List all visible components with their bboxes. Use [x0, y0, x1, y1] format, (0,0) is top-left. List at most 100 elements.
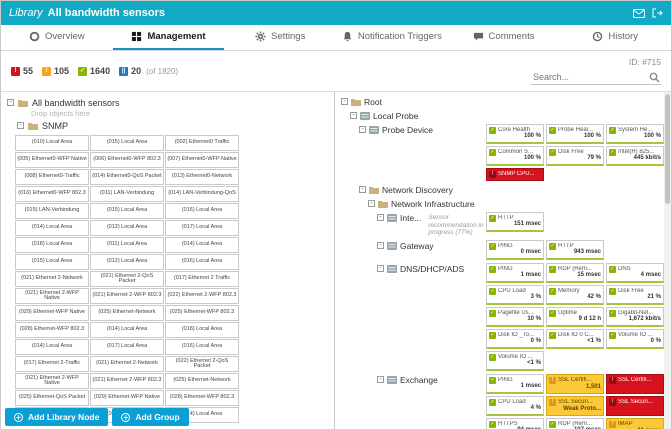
sensor-box[interactable]: (017) Ethernet 2-Traffic	[15, 356, 89, 372]
sensor-tile[interactable]: ✓ System He... 100 %	[606, 124, 664, 144]
search-input[interactable]	[531, 70, 661, 85]
sensor-tile[interactable]: ! SNMP CPU...	[486, 168, 544, 181]
sensor-tile[interactable]: ! SSL Certifi...	[606, 373, 664, 394]
sensor-tile[interactable]: ✓ CPU Load 4 %	[486, 395, 544, 416]
sensor-tile[interactable]: ✓ PING 1 msec	[486, 373, 544, 394]
collapse-icon[interactable]: -	[377, 214, 384, 221]
sensor-box[interactable]: (014) LAN-Verbindung-QoS	[165, 186, 239, 202]
tab-management[interactable]: Management	[112, 25, 225, 50]
sensor-box[interactable]: (028) Ethernet-WFP 802.3	[15, 322, 89, 338]
collapse-icon[interactable]: -	[377, 241, 384, 249]
group-label[interactable]: Inte...	[400, 214, 421, 223]
sensor-count-paused[interactable]: || 20	[119, 66, 141, 76]
sensor-tile[interactable]: ✓ Disk Free 21 %	[606, 284, 664, 305]
group-label[interactable]: DNS/DHCP/ADS	[400, 264, 464, 274]
sensor-box[interactable]: (014) Local Area	[15, 220, 89, 236]
sensor-box[interactable]: (021) Ethernet 2-WFP 802.3	[90, 288, 164, 304]
tab-notification-triggers[interactable]: Notification Triggers	[336, 25, 448, 50]
sensor-count-up[interactable]: ✓ 1640	[78, 66, 110, 76]
scrollbar[interactable]	[664, 92, 671, 429]
sensor-box[interactable]: (011) Local Area	[90, 237, 164, 253]
sensor-tile[interactable]: ✓ Core Health 100 %	[486, 124, 544, 144]
tab-comments[interactable]: Comments	[448, 25, 560, 50]
sensor-tile[interactable]: ! SSL Certifi... 1,501	[546, 373, 604, 394]
collapse-icon[interactable]: -	[359, 186, 366, 193]
sensor-box[interactable]: (022) Ethernet 2-WFP 802.3	[165, 288, 239, 304]
sensor-box[interactable]: (017) Ethernet 2 Traffic	[165, 271, 239, 287]
sensor-box[interactable]: (012) Local Area	[90, 254, 164, 270]
group-label[interactable]: Root	[364, 98, 382, 107]
sensor-box[interactable]: (021) Ethernet 2-WFP 802.3	[90, 373, 164, 389]
group-label[interactable]: Exchange	[400, 375, 438, 385]
sensor-box[interactable]: (025) Ethernet-Network	[165, 373, 239, 389]
collapse-icon[interactable]: -	[7, 99, 14, 106]
sensor-tile[interactable]: ! SSL Securi... Weak Proto...	[546, 395, 604, 416]
sensor-tile[interactable]: ✓ Volume IO ... 0 %	[606, 328, 664, 349]
sensor-box[interactable]: (016) Ethernet0-WFP 802.3	[15, 186, 89, 202]
group-label[interactable]: Local Probe	[373, 112, 418, 121]
sensor-box[interactable]: (025) Ethernet-WFP 802.3	[165, 305, 239, 321]
add-group-button[interactable]: + Add Group	[112, 408, 189, 426]
sensor-count-down[interactable]: ! 55	[11, 66, 33, 76]
sensor-box[interactable]: (013) Ethernet0-Network	[165, 169, 239, 185]
sensor-box[interactable]: (018) Local Area	[165, 322, 239, 338]
sensor-box[interactable]: (012) Local Area	[90, 220, 164, 236]
group-label[interactable]: Network Discovery	[382, 186, 453, 195]
sensor-box[interactable]: (014) Local Area	[165, 237, 239, 253]
sensor-tile[interactable]: ✓ PING 0 msec	[486, 239, 544, 260]
sensor-tile[interactable]: ✓ Disk Free 79 %	[546, 146, 604, 166]
sensor-tile[interactable]: !IMAP11 msec	[606, 417, 664, 429]
sensor-box[interactable]: (005) Ethernet0-WFP Native	[15, 152, 89, 168]
sensor-box[interactable]: (021) Ethernet 2-WFP Native	[15, 288, 89, 304]
tab-overview[interactable]: Overview	[1, 25, 113, 50]
sensor-tile[interactable]: ✓ Uptime 9 d 12 h	[546, 306, 604, 327]
collapse-icon[interactable]: -	[368, 200, 375, 207]
sensor-box[interactable]: (016) Local Area	[165, 339, 239, 355]
sensor-tile[interactable]: ✓ PING 1 msec	[486, 262, 544, 283]
search-icon[interactable]	[649, 72, 660, 86]
sensor-box[interactable]: (011) LAN-Verbindung	[90, 186, 164, 202]
sensor-box[interactable]: (018) Local Area	[15, 237, 89, 253]
scrollbar-thumb[interactable]	[665, 94, 670, 204]
sensor-tile[interactable]: ✓ Volume IO ... <1 %	[486, 350, 544, 371]
sensor-box[interactable]: (025) Ethernet-QoS Packet	[15, 390, 89, 406]
sensor-tile[interactable]: ✓ CPU Load 3 %	[486, 284, 544, 305]
email-icon[interactable]	[633, 8, 645, 18]
sensor-box[interactable]: (006) Ethernet0-WFP 802.3	[90, 152, 164, 168]
sensor-box[interactable]: (008) Ethernet0-Traffic	[15, 169, 89, 185]
add-library-node-button[interactable]: + Add Library Node	[5, 408, 109, 426]
sensor-box[interactable]: (017) Local Area	[90, 339, 164, 355]
sensor-box[interactable]: (025) Ethernet-Network	[90, 305, 164, 321]
collapse-icon[interactable]: -	[341, 98, 348, 105]
sensor-tile[interactable]: ✓ Probe Heal... 100 %	[546, 124, 604, 144]
sensor-box[interactable]: (021) Ethernet 2-Network	[15, 271, 89, 287]
sensor-box[interactable]: (015) Local Area	[15, 254, 89, 270]
tab-history[interactable]: History	[559, 25, 671, 50]
collapse-icon[interactable]: -	[377, 264, 384, 272]
sensor-box[interactable]: (007) Ethernet0-WFP Native	[165, 152, 239, 168]
collapse-icon[interactable]: -	[377, 375, 384, 383]
sensor-box[interactable]: (022) Ethernet 2-QoS Packet	[165, 356, 239, 372]
sensor-box[interactable]: (014) Local Area	[90, 322, 164, 338]
sensor-tile[interactable]: ✓ DNS 4 msec	[606, 262, 664, 283]
sensor-box[interactable]: (017) Local Area	[165, 220, 239, 236]
sensor-box[interactable]: (014) Ethernet0-QoS Packet	[90, 169, 164, 185]
sensor-tile[interactable]: ✓ Disk IO 0 C... <1 %	[546, 328, 604, 349]
sensor-box[interactable]: (029) Ethernet-WFP Native	[15, 305, 89, 321]
library-node-label[interactable]: SNMP	[42, 121, 68, 131]
sensor-box[interactable]: (021) Ethernet 2-QoS Packet	[90, 271, 164, 287]
sensor-tile[interactable]: ✓RDP (Rem...107 msec	[546, 417, 604, 429]
sensor-tile[interactable]: ! SSL Securi...	[606, 395, 664, 416]
tab-settings[interactable]: Settings	[224, 25, 336, 50]
sensor-box[interactable]: (029) Ethernet-WFP Native	[90, 390, 164, 406]
sensor-tile[interactable]: ✓ RDP (Rem... 15 msec	[546, 262, 604, 283]
sensor-tile[interactable]: ✓ Pagefile Us... 10 %	[486, 306, 544, 327]
sensor-count-warning[interactable]: ! 105	[42, 66, 69, 76]
sensor-box[interactable]: (016) Local Area	[165, 254, 239, 270]
collapse-icon[interactable]: -	[350, 112, 357, 119]
collapse-icon[interactable]: -	[17, 122, 24, 129]
sensor-tile[interactable]: ✓HTTPS94 msec	[486, 417, 544, 429]
sensor-tile[interactable]: ✓ Memory 42 %	[546, 284, 604, 305]
sensor-box[interactable]: (016) Local Area	[165, 203, 239, 219]
sensor-tile[interactable]: ✓ Intel(R) 825... 445 kbit/s	[606, 146, 664, 166]
